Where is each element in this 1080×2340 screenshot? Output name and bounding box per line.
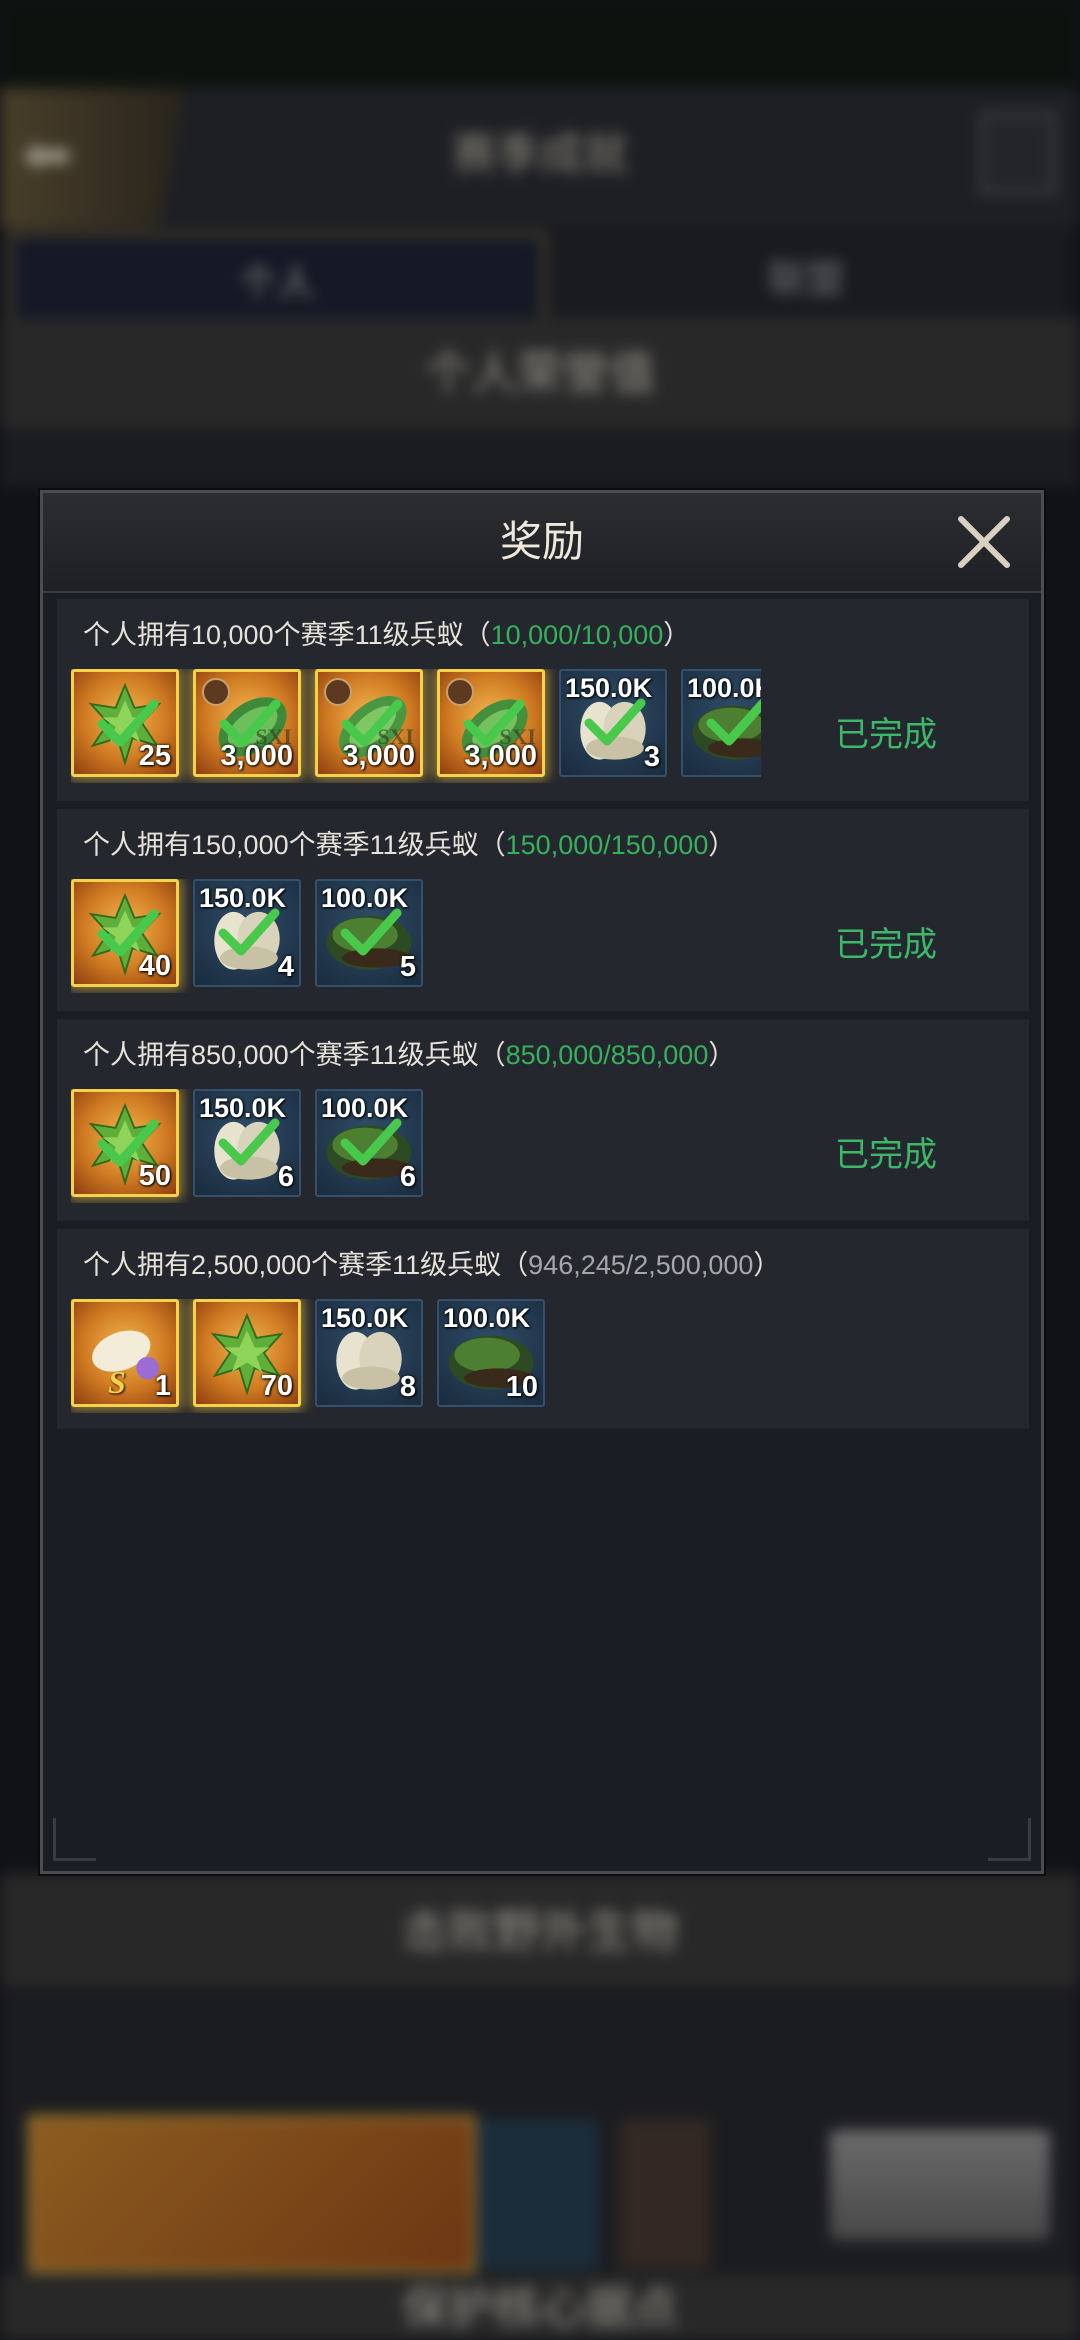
reward-amount: 150.0K xyxy=(199,1093,287,1123)
task-label: 个人拥有10,000个赛季11级兵蚁 xyxy=(83,620,464,650)
task-label: 个人拥有850,000个赛季11级兵蚁 xyxy=(83,1040,479,1070)
reward-count: 40 xyxy=(138,950,171,982)
reward-items: 40 150.0K 4 100.0K 5 xyxy=(71,879,761,993)
modal-title: 奖励 xyxy=(499,518,584,565)
reward-item[interactable]: S1 xyxy=(71,1299,179,1407)
reward-item[interactable]: 150.0K 4 xyxy=(193,879,301,987)
reward-amount: 100.0K xyxy=(443,1303,531,1333)
reward-items: 50 150.0K 6 100.0K 6 xyxy=(71,1089,761,1203)
reward-count: 8 xyxy=(399,1371,416,1403)
task-progress: 150,000/150,000 xyxy=(505,830,709,860)
status-completed: 已完成 xyxy=(835,1136,937,1174)
task-row: 个人拥有10,000个赛季11级兵蚁（10,000/10,000） 25 SXI 3… xyxy=(57,599,1029,801)
task-progress: 850,000/850,000 xyxy=(505,1040,709,1070)
reward-count: 3,000 xyxy=(464,740,537,772)
status-completed: 已完成 xyxy=(835,926,937,964)
task-title: 个人拥有150,000个赛季11级兵蚁（150,000/150,000） xyxy=(83,830,736,860)
reward-amount: 150.0K xyxy=(321,1303,409,1333)
reward-items: 25SXI3,000SXI3,000SXI3,000150.0K3100.0K xyxy=(71,669,761,783)
reward-item[interactable]: 100.0K 5 xyxy=(315,879,423,987)
reward-items: S 1 70 150.0K 8 100.0K 10 xyxy=(71,1299,761,1413)
reward-modal: 奖励 个人拥有10,000个赛季11级兵蚁（10,000/10,000） 25 S… xyxy=(40,490,1044,1874)
task-row: 个人拥有2,500,000个赛季11级兵蚁（946,245/2,500,000）… xyxy=(57,1229,1029,1429)
reward-count: 70 xyxy=(260,1370,293,1402)
corner-ornament xyxy=(53,1818,96,1861)
task-label: 个人拥有2,500,000个赛季11级兵蚁 xyxy=(83,1250,502,1280)
task-title: 个人拥有2,500,000个赛季11级兵蚁（946,245/2,500,000） xyxy=(83,1250,781,1280)
reward-count: 6 xyxy=(399,1161,416,1193)
reward-count: 25 xyxy=(138,740,171,772)
reward-count: 5 xyxy=(399,951,416,983)
reward-item[interactable]: SXI 3,000 xyxy=(193,669,301,777)
reward-count: 10 xyxy=(505,1371,538,1403)
reward-item[interactable]: 25 xyxy=(71,669,179,777)
reward-item[interactable]: 150.0K 3 xyxy=(559,669,667,777)
corner-ornament xyxy=(988,1818,1031,1861)
task-progress: 10,000/10,000 xyxy=(490,620,664,650)
task-row: 个人拥有150,000个赛季11级兵蚁（150,000/150,000） 40 1… xyxy=(57,809,1029,1011)
task-progress: 946,245/2,500,000 xyxy=(528,1250,754,1280)
reward-count: 3,000 xyxy=(342,740,415,772)
reward-item[interactable]: 70 xyxy=(193,1299,301,1407)
reward-count: 3,000 xyxy=(220,740,293,772)
reward-amount: 150.0K xyxy=(565,673,653,703)
reward-item[interactable]: 100.0K xyxy=(681,669,761,777)
task-row: 个人拥有850,000个赛季11级兵蚁（850,000/850,000） 50 1… xyxy=(57,1019,1029,1221)
task-label: 个人拥有150,000个赛季11级兵蚁 xyxy=(83,830,479,860)
reward-amount: 100.0K xyxy=(321,883,409,913)
reward-count: 4 xyxy=(277,951,294,983)
reward-item[interactable]: SXI 3,000 xyxy=(437,669,545,777)
modal-header: 奖励 xyxy=(43,493,1041,593)
rank-badge: S xyxy=(108,1364,126,1400)
reward-item[interactable]: 150.0K 8 xyxy=(315,1299,423,1407)
reward-item[interactable]: 150.0K 6 xyxy=(193,1089,301,1197)
reward-item[interactable]: 100.0K 10 xyxy=(437,1299,545,1407)
reward-item[interactable]: SXI 3,000 xyxy=(315,669,423,777)
task-title: 个人拥有850,000个赛季11级兵蚁（850,000/850,000） xyxy=(83,1040,736,1070)
task-title: 个人拥有10,000个赛季11级兵蚁（10,000/10,000） xyxy=(83,620,691,650)
close-icon[interactable] xyxy=(953,511,1015,573)
reward-count: 1 xyxy=(154,1370,171,1402)
reward-item[interactable]: 100.0K 6 xyxy=(315,1089,423,1197)
reward-item[interactable]: 50 xyxy=(71,1089,179,1197)
reward-count: 50 xyxy=(138,1160,171,1192)
reward-amount: 100.0K xyxy=(687,673,761,703)
status-completed: 已完成 xyxy=(835,716,937,754)
reward-item[interactable]: 40 xyxy=(71,879,179,987)
reward-count: 3 xyxy=(643,741,660,773)
reward-count: 6 xyxy=(277,1161,294,1193)
reward-amount: 100.0K xyxy=(321,1093,409,1123)
reward-amount: 150.0K xyxy=(199,883,287,913)
